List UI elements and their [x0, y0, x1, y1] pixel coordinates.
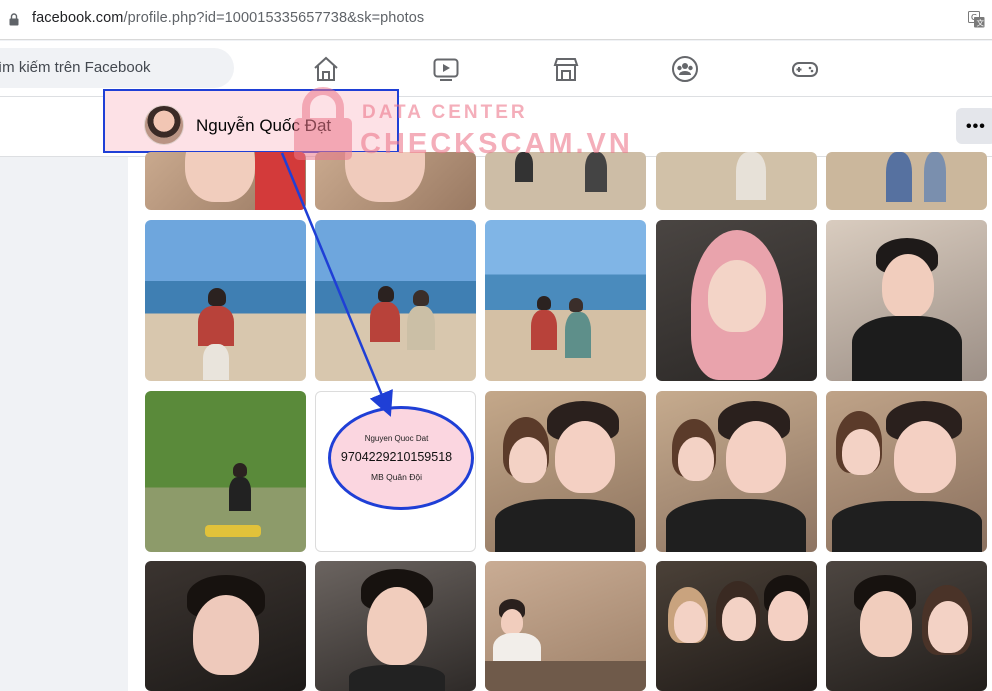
url-path: /profile.php?id=100015335657738&sk=photo…: [123, 10, 425, 26]
gaming-icon[interactable]: [791, 55, 819, 83]
bank-account-image[interactable]: Nguyen Quoc Dat 9704229210159518 MB Quân…: [315, 391, 476, 552]
bank-account-number: 9704229210159518: [340, 450, 453, 464]
lock-icon: [9, 13, 19, 26]
url-host: facebook.com: [32, 10, 124, 26]
photo-tile[interactable]: [826, 220, 987, 381]
photo-tile[interactable]: [485, 391, 646, 552]
watch-icon[interactable]: [432, 55, 460, 83]
photo-tile[interactable]: [145, 220, 306, 381]
left-rail: [0, 157, 128, 691]
browser-url-bar[interactable]: facebook.com/profile.php?id=100015335657…: [0, 0, 992, 40]
photo-tile[interactable]: [315, 561, 476, 691]
watermark-line-1: DATA CENTER: [362, 102, 528, 123]
photo-tile[interactable]: [826, 391, 987, 552]
photo-tile[interactable]: [656, 152, 817, 210]
photo-tile[interactable]: [656, 561, 817, 691]
translate-icon[interactable]: G 文: [968, 11, 985, 28]
bank-account-name: Nguyen Quoc Dat: [364, 434, 429, 443]
bank-name: MB Quân Đội: [370, 472, 423, 482]
photo-tile[interactable]: [145, 391, 306, 552]
more-icon: •••: [966, 118, 986, 135]
photo-tile[interactable]: [826, 561, 987, 691]
photo-tile[interactable]: [656, 391, 817, 552]
photo-tile[interactable]: [656, 220, 817, 381]
url-text[interactable]: facebook.com/profile.php?id=100015335657…: [32, 10, 424, 26]
search-input[interactable]: ìm kiếm trên Facebook: [0, 48, 234, 88]
watermark-lock-icon: [294, 87, 352, 160]
svg-text:文: 文: [977, 18, 985, 28]
home-icon[interactable]: [312, 55, 340, 83]
photo-tile[interactable]: [485, 561, 646, 691]
groups-icon[interactable]: [671, 55, 699, 83]
photo-tile[interactable]: [145, 152, 306, 210]
more-options-button[interactable]: •••: [956, 108, 992, 144]
watermark-line-2: CHECKSCAM.VN: [360, 128, 633, 160]
photo-tile[interactable]: [485, 220, 646, 381]
search-placeholder: ìm kiếm trên Facebook: [0, 59, 151, 76]
photo-tile[interactable]: [145, 561, 306, 691]
photo-tile[interactable]: [315, 220, 476, 381]
avatar[interactable]: [144, 105, 184, 145]
photo-tile[interactable]: [826, 152, 987, 210]
marketplace-icon[interactable]: [552, 55, 580, 83]
